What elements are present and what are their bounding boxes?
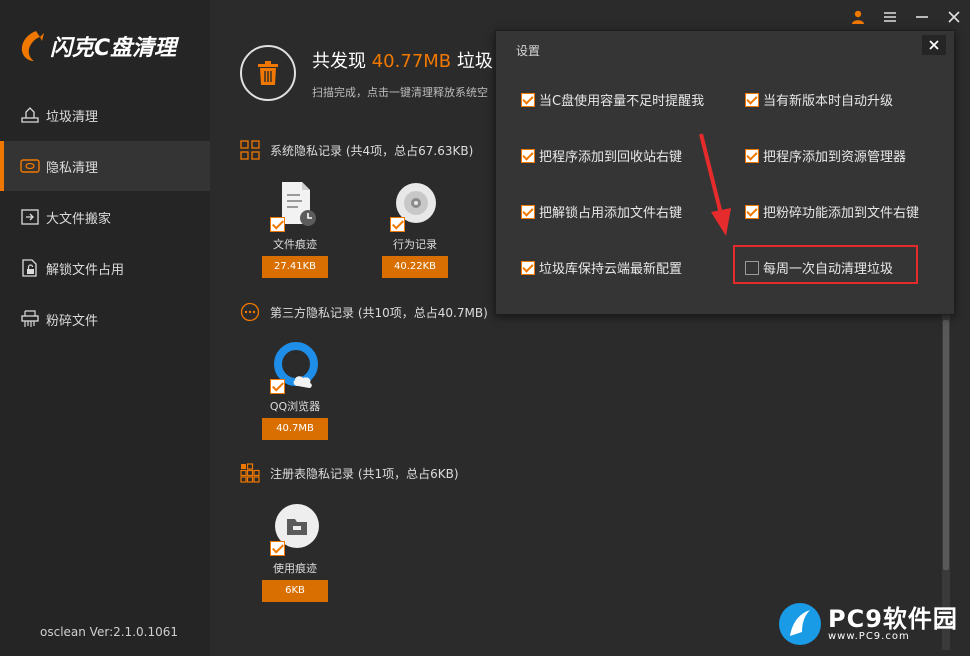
scan-result-subtitle: 扫描完成，点击一键清理释放系统空 <box>312 86 488 99</box>
item-checkbox[interactable] <box>270 541 285 556</box>
sidebar-nav: 垃圾清理 隐私清理 大文件搬家 解锁文件占用 粉碎文件 <box>0 90 210 345</box>
sidebar-item-label: 解锁文件占用 <box>46 262 125 278</box>
menu-icon <box>884 12 896 22</box>
checkbox-checked[interactable] <box>521 204 535 219</box>
menu-button[interactable] <box>874 8 906 26</box>
settings-close-button[interactable] <box>922 35 946 55</box>
annotation-arrow-icon <box>699 133 731 236</box>
pc9-logo-icon <box>779 603 821 645</box>
setting-unlock-context[interactable]: 把解锁占用添加文件右键 <box>521 202 682 221</box>
grid-icon <box>240 140 260 160</box>
item-size-badge: 40.22KB <box>382 256 448 278</box>
privacy-icon <box>20 159 40 173</box>
setting-auto-upgrade[interactable]: 当有新版本时自动升级 <box>745 90 893 109</box>
item-size-badge: 6KB <box>262 580 328 602</box>
item-checkbox[interactable] <box>390 217 405 232</box>
setting-shred-context[interactable]: 把粉碎功能添加到文件右键 <box>745 202 919 221</box>
item-checkbox[interactable] <box>270 379 285 394</box>
user-button[interactable] <box>842 8 874 26</box>
settings-title: 设置 <box>516 44 541 58</box>
checkbox-checked[interactable] <box>745 92 759 107</box>
sidebar-item-label: 垃圾清理 <box>46 109 99 125</box>
app-title: 闪克C盘清理 <box>50 36 177 61</box>
minimize-icon <box>916 16 928 18</box>
checkbox-checked[interactable] <box>521 92 535 107</box>
scrollbar-thumb[interactable] <box>943 320 949 570</box>
item-size-badge: 40.7MB <box>262 418 328 440</box>
item-size-badge: 27.41KB <box>262 256 328 278</box>
move-file-icon <box>21 209 39 225</box>
section-registry-privacy: 注册表隐私记录 (共1项，总占6KB) <box>240 463 459 483</box>
close-icon <box>929 40 939 50</box>
minimize-button[interactable] <box>906 8 938 26</box>
privacy-item-usage-trace[interactable]: 使用痕迹 6KB <box>261 504 329 602</box>
sidebar-item-shred-file[interactable]: 粉碎文件 <box>0 294 210 344</box>
section-system-privacy: 系统隐私记录 (共4项，总占67.63KB) <box>240 140 473 160</box>
junk-amount: 40.77MB <box>371 51 452 72</box>
close-icon <box>948 11 960 23</box>
shredder-icon <box>21 310 39 327</box>
app-logo: 闪克C盘清理 <box>18 26 176 66</box>
checkbox-checked[interactable] <box>745 148 759 163</box>
window-controls <box>842 8 970 26</box>
unlock-file-icon <box>22 259 37 277</box>
checkbox-checked[interactable] <box>521 148 535 163</box>
setting-cloud-junk-db[interactable]: 垃圾库保持云端最新配置 <box>521 258 682 277</box>
item-checkbox[interactable] <box>270 217 285 232</box>
trash-icon <box>258 61 278 85</box>
privacy-item-behavior-record[interactable]: 行为记录 40.22KB <box>381 180 449 278</box>
close-button[interactable] <box>938 8 970 26</box>
broom-icon <box>21 107 39 123</box>
sidebar: 闪克C盘清理 垃圾清理 隐私清理 大文件搬家 解锁文件占用 粉碎文件 oscle… <box>0 0 210 656</box>
flash-logo-icon <box>21 31 44 61</box>
sidebar-item-junk-clean[interactable]: 垃圾清理 <box>0 90 210 140</box>
user-icon <box>852 10 864 24</box>
watermark: PC9软件园 www.PC9.com <box>778 602 958 646</box>
trash-badge <box>240 45 296 101</box>
sidebar-item-label: 大文件搬家 <box>46 211 112 227</box>
setting-low-space-alert[interactable]: 当C盘使用容量不足时提醒我 <box>521 90 704 109</box>
sidebar-item-unlock-file[interactable]: 解锁文件占用 <box>0 243 210 293</box>
setting-recycle-bin-context[interactable]: 把程序添加到回收站右键 <box>521 146 682 165</box>
setting-explorer-context[interactable]: 把程序添加到资源管理器 <box>745 146 906 165</box>
sidebar-item-label: 隐私清理 <box>46 160 99 176</box>
annotation-highlight-box <box>733 245 918 284</box>
registry-icon <box>240 463 260 483</box>
version-label: osclean Ver:2.1.0.1061 <box>40 625 178 639</box>
privacy-item-qq-browser[interactable]: QQ浏览器 40.7MB <box>261 342 329 440</box>
scan-result-headline: 共发现 40.77MB 垃圾 <box>312 51 493 72</box>
section-third-party-privacy: 第三方隐私记录 (共10项，总占40.7MB) <box>240 302 488 322</box>
privacy-item-file-trace[interactable]: 文件痕迹 27.41KB <box>261 180 329 278</box>
watermark-brand: PC9软件园 <box>828 604 958 633</box>
sidebar-item-large-file-move[interactable]: 大文件搬家 <box>0 192 210 242</box>
sidebar-item-privacy-clean[interactable]: 隐私清理 <box>0 141 210 191</box>
checkbox-checked[interactable] <box>745 204 759 219</box>
more-circle-icon <box>240 302 260 322</box>
sidebar-item-label: 粉碎文件 <box>46 313 99 329</box>
checkbox-checked[interactable] <box>521 260 535 275</box>
